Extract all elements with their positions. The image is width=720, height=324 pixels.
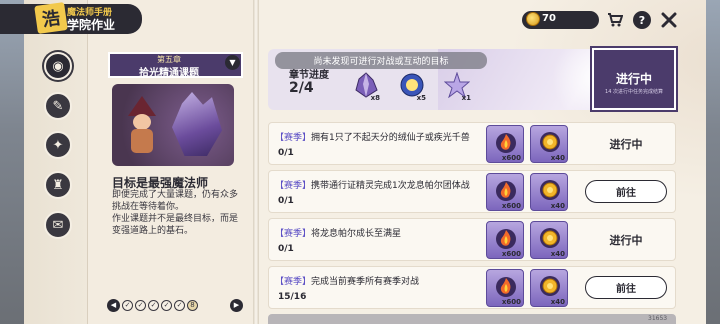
task-reward[interactable]: x600 bbox=[486, 125, 524, 163]
reward-qty: x600 bbox=[501, 250, 521, 258]
pager-dot[interactable]: ✓ bbox=[161, 299, 172, 311]
pager-dot[interactable]: ✓ bbox=[135, 299, 146, 311]
task-description: 【赛季】将龙息帕尔成长至满星 bbox=[275, 226, 401, 239]
task-reward[interactable]: x600 bbox=[486, 221, 524, 259]
nav-scroll[interactable]: ✎ bbox=[44, 92, 72, 120]
task-reward[interactable]: x40 bbox=[530, 125, 568, 163]
task-progress: 0/1 bbox=[278, 148, 294, 158]
wizard-face bbox=[133, 114, 151, 130]
task-progress: 0/1 bbox=[278, 244, 294, 254]
header-title: 学院作业 bbox=[67, 18, 116, 32]
chevron-down-icon: ▼ bbox=[229, 58, 236, 67]
pager-dot[interactable]: ✓ bbox=[148, 299, 159, 311]
pager-dot[interactable]: ✓ bbox=[174, 299, 185, 311]
chapter-status-text: 进行中 bbox=[615, 72, 652, 86]
fire-essence-icon bbox=[496, 277, 516, 297]
pager-dot-current[interactable]: 8 bbox=[187, 299, 198, 311]
reward-qty: x600 bbox=[501, 202, 521, 210]
reward-qty: x600 bbox=[501, 154, 521, 162]
progress-reward-1[interactable]: x8 bbox=[350, 70, 380, 102]
nav-trophy[interactable]: ♜ bbox=[44, 171, 72, 199]
currency-value: 70 bbox=[542, 13, 556, 24]
reward-qty: x40 bbox=[550, 298, 565, 306]
progress-reward-3[interactable]: x1 bbox=[441, 70, 471, 102]
reward-qty: x600 bbox=[501, 298, 521, 306]
sidebar bbox=[24, 0, 88, 324]
chapter-pager: ◀ ✓ ✓ ✓ ✓ ✓ 8 ▶ bbox=[107, 298, 243, 312]
task-progress: 15/16 bbox=[278, 292, 307, 302]
wizard-body bbox=[131, 129, 153, 153]
gold-coin-icon bbox=[540, 276, 560, 296]
chat-icon: ✉ bbox=[52, 217, 64, 233]
nav-chat[interactable]: ✉ bbox=[44, 211, 72, 239]
task-season-tag: 【赛季】 bbox=[275, 181, 312, 191]
task-description: 【赛季】完成当前赛季所有赛季对战 bbox=[275, 274, 419, 287]
task-description: 【赛季】携带通行证精灵完成1次龙息帕尔团体战 bbox=[275, 178, 470, 191]
fire-essence-icon bbox=[496, 181, 516, 201]
next-task-card-partial bbox=[268, 314, 676, 324]
progress-count: 2/4 bbox=[289, 80, 314, 96]
reward-qty: x8 bbox=[370, 94, 380, 102]
task-text: 完成当前赛季所有赛季对战 bbox=[311, 277, 420, 287]
logo-icon: 浩 bbox=[34, 2, 68, 34]
task-reward[interactable]: x40 bbox=[530, 173, 568, 211]
task-status: 进行中 bbox=[609, 138, 643, 151]
chapter-dropdown-button[interactable]: ▼ bbox=[225, 55, 240, 70]
shop-cart-icon bbox=[608, 13, 623, 27]
task-text: 拥有1只了不起天分的绒仙子或疾光千兽 bbox=[311, 133, 470, 143]
goto-button[interactable]: 前往 bbox=[585, 180, 667, 203]
goal-desc-line-1: 即便完成了大量课题，仍有众多 bbox=[112, 190, 239, 200]
shop-button[interactable] bbox=[606, 11, 624, 29]
gold-coin-icon bbox=[540, 180, 560, 200]
help-button[interactable]: ? bbox=[633, 11, 651, 29]
task-reward[interactable]: x600 bbox=[486, 269, 524, 307]
coin-icon bbox=[526, 12, 540, 26]
chapter-name: 拾光精通课题 bbox=[139, 68, 199, 79]
help-icon: ? bbox=[638, 13, 646, 27]
nav-star[interactable]: ✦ bbox=[44, 131, 72, 159]
trophy-icon: ♜ bbox=[52, 177, 64, 193]
pager-next-button[interactable]: ▶ bbox=[230, 298, 243, 312]
goal-desc-line-4: 变强道路上的基石。 bbox=[112, 226, 194, 236]
reward-qty: x40 bbox=[550, 202, 565, 210]
toast-message: 尚未发现可进行对战或互动的目标 bbox=[275, 52, 487, 69]
reward-qty: x40 bbox=[550, 154, 565, 162]
goto-button[interactable]: 前往 bbox=[585, 276, 667, 299]
goal-desc-line-2: 挑战在等待着你。 bbox=[112, 202, 185, 212]
map-icon: ◉ bbox=[52, 58, 64, 74]
reward-qty: x40 bbox=[550, 250, 565, 258]
task-reward[interactable]: x40 bbox=[530, 269, 568, 307]
task-season-tag: 【赛季】 bbox=[275, 277, 312, 287]
task-season-tag: 【赛季】 bbox=[275, 229, 312, 239]
wizard-character-image bbox=[124, 96, 160, 156]
page-divider bbox=[253, 0, 259, 324]
star-badge-icon: ✦ bbox=[52, 137, 64, 153]
wizard-hat bbox=[128, 96, 156, 116]
close-icon bbox=[661, 12, 677, 28]
scroll-icon: ✎ bbox=[52, 98, 64, 114]
fire-essence-icon bbox=[496, 133, 516, 153]
task-text: 将龙息帕尔成长至满星 bbox=[311, 229, 402, 239]
pager-prev-button[interactable]: ◀ bbox=[107, 298, 120, 312]
nav-map[interactable]: ◉ bbox=[44, 52, 72, 80]
task-reward[interactable]: x600 bbox=[486, 173, 524, 211]
task-progress: 0/1 bbox=[278, 196, 294, 206]
pager-dot[interactable]: ✓ bbox=[122, 299, 133, 311]
reward-qty: x5 bbox=[416, 94, 426, 102]
gold-coin-icon bbox=[540, 132, 560, 152]
task-text: 携带通行证精灵完成1次龙息帕尔团体战 bbox=[311, 181, 470, 191]
task-reward[interactable]: x40 bbox=[530, 221, 568, 259]
chapter-status-subtext: 14 次进行中任务完成结算 bbox=[605, 89, 663, 95]
version-text: 31653 bbox=[648, 315, 668, 322]
close-button[interactable] bbox=[660, 11, 678, 29]
task-status: 进行中 bbox=[609, 234, 643, 247]
progress-reward-2[interactable]: x5 bbox=[396, 70, 426, 102]
task-description: 【赛季】拥有1只了不起天分的绒仙子或疾光千兽 bbox=[275, 130, 470, 143]
reward-qty: x1 bbox=[461, 94, 471, 102]
gold-coin-icon bbox=[540, 228, 560, 248]
task-season-tag: 【赛季】 bbox=[275, 133, 312, 143]
goal-desc-line-3: 作业课题并不是最终目标，而是 bbox=[112, 214, 239, 224]
fire-essence-icon bbox=[496, 229, 516, 249]
